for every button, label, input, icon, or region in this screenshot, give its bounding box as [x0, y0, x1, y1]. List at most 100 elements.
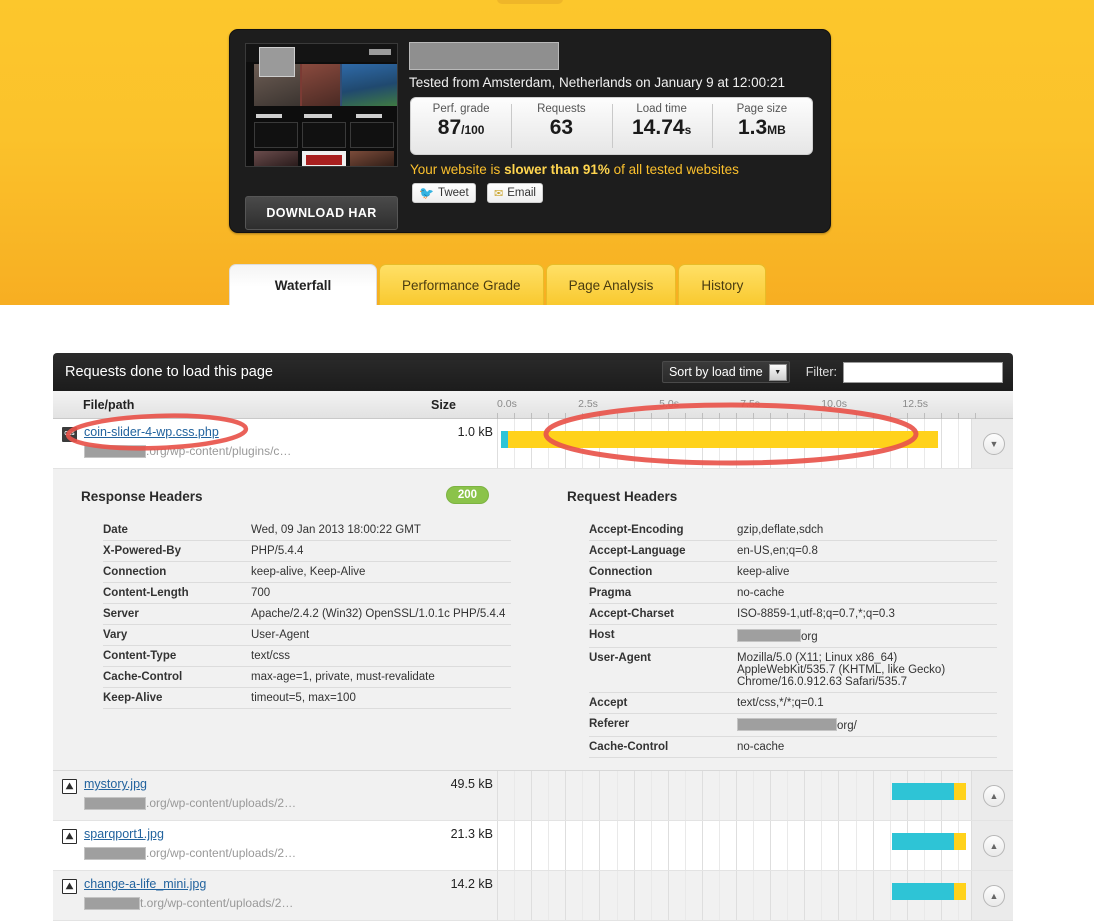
- stat-unit: /100: [461, 123, 485, 137]
- waterfall-bar[interactable]: [891, 883, 967, 900]
- header-key: Cache-Control: [103, 666, 251, 688]
- header-row: Date Wed, 09 Jan 2013 18:00:22 GMT: [103, 520, 511, 541]
- table-row[interactable]: CSS coin-slider-4-wp.css.php .org/wp-conte…: [53, 419, 1013, 469]
- stat-value: 87/100: [437, 116, 485, 139]
- header-value: org/: [737, 713, 997, 737]
- waterfall-segment-wait: [508, 431, 939, 448]
- path-redaction: [84, 444, 146, 458]
- expand-row-chevron-up-icon[interactable]: ▲: [983, 835, 1005, 857]
- table-row[interactable]: ⛰ change-a-life_mini.jpg t.org/wp-content/…: [53, 871, 1013, 921]
- waterfall-title: Requests done to load this page: [65, 364, 273, 380]
- header-value: text/css: [251, 645, 511, 667]
- summary-card: DOWNLOAD HAR Tested from Amsterdam, Neth…: [229, 29, 831, 233]
- header-value: 700: [251, 582, 511, 604]
- waterfall-segment-connect: [891, 883, 954, 900]
- path-suffix: .org/wp-content/uploads/2…: [146, 846, 297, 860]
- tab-bar: Waterfall Performance Grade Page Analysi…: [229, 264, 768, 306]
- timeline-tick-label: 5.0s: [659, 398, 679, 410]
- status-badge: 200: [445, 486, 489, 504]
- tested-from-label: Tested from Amsterdam, Netherlands on Ja…: [409, 75, 785, 90]
- timeline-tick-label: 0.0s: [497, 398, 517, 410]
- header-row: Accept-Encoding gzip,deflate,sdch: [589, 520, 997, 541]
- header-row: Accept text/css,*/*;q=0.1: [589, 692, 997, 714]
- header-row: Cache-Control no-cache: [589, 736, 997, 758]
- tab-waterfall[interactable]: Waterfall: [229, 264, 377, 305]
- request-file-path: t.org/wp-content/uploads/2…: [84, 896, 293, 910]
- header-value: keep-alive: [737, 561, 997, 583]
- image-file-icon: ⛰: [62, 829, 77, 844]
- waterfall-segment-connect: [891, 783, 954, 800]
- header-key: Connection: [589, 561, 737, 583]
- header-key: Host: [589, 624, 737, 648]
- request-size: 1.0 kB: [457, 425, 493, 439]
- header-key: Pragma: [589, 582, 737, 604]
- timeline-tick-label: 7.5s: [740, 398, 761, 410]
- header-value: keep-alive, Keep-Alive: [251, 561, 511, 583]
- header-value: PHP/5.4.4: [251, 540, 511, 562]
- tab-performance-grade[interactable]: Performance Grade: [379, 264, 544, 305]
- header-key: Content-Type: [103, 645, 251, 667]
- header-key: Server: [103, 603, 251, 625]
- sort-dropdown[interactable]: Sort by load time ▼: [661, 361, 790, 383]
- header-key: X-Powered-By: [103, 540, 251, 562]
- header-row: Host org: [589, 624, 997, 648]
- waterfall-header: Requests done to load this page Sort by …: [53, 353, 1013, 391]
- email-button[interactable]: ✉ Email: [487, 183, 543, 203]
- header-row: Server Apache/2.4.2 (Win32) OpenSSL/1.0.1…: [103, 603, 511, 625]
- site-name-redaction: [409, 42, 559, 70]
- waterfall-segment-recv: [953, 883, 967, 900]
- path-redaction: [84, 796, 146, 810]
- header-row: Pragma no-cache: [589, 582, 997, 604]
- stat-unit: MB: [767, 123, 786, 137]
- top-banner: DOWNLOAD HAR Tested from Amsterdam, Neth…: [0, 0, 1094, 305]
- header-key: Vary: [103, 624, 251, 646]
- collapse-row-chevron-down-icon[interactable]: ▼: [983, 433, 1005, 455]
- request-file-path: .org/wp-content/uploads/2…: [84, 796, 296, 810]
- image-file-icon: ⛰: [62, 879, 77, 894]
- header-value: en-US,en;q=0.8: [737, 540, 997, 562]
- timeline-ruler: 0.0s 2.5s 5.0s 7.5s 10.0s 12.5s: [491, 391, 1013, 419]
- thumbnail-redaction-box: [259, 47, 295, 77]
- expand-row-chevron-up-icon[interactable]: ▲: [983, 785, 1005, 807]
- waterfall-bar-area: [491, 821, 971, 870]
- filter-label: Filter:: [805, 365, 837, 379]
- header-key: Accept-Charset: [589, 603, 737, 625]
- header-row: Keep-Alive timeout=5, max=100: [103, 687, 511, 709]
- waterfall-bar[interactable]: [891, 833, 967, 850]
- request-file-name[interactable]: change-a-life_mini.jpg: [84, 877, 206, 891]
- request-file-name[interactable]: coin-slider-4-wp.css.php: [84, 425, 219, 439]
- stat-label: Perf. grade: [432, 103, 490, 115]
- download-har-button[interactable]: DOWNLOAD HAR: [245, 196, 398, 230]
- stat-load-time: Load time 14.74s: [611, 98, 712, 154]
- waterfall-bar[interactable]: [891, 783, 967, 800]
- request-file-name[interactable]: mystory.jpg: [84, 777, 147, 791]
- request-file-name[interactable]: sparqport1.jpg: [84, 827, 164, 841]
- path-redaction: [84, 846, 146, 860]
- header-value: Wed, 09 Jan 2013 18:00:22 GMT: [251, 520, 511, 541]
- filter-input[interactable]: [843, 361, 1003, 383]
- tab-page-analysis[interactable]: Page Analysis: [545, 264, 677, 305]
- tab-history[interactable]: History: [678, 264, 767, 305]
- table-row[interactable]: ⛰ mystory.jpg .org/wp-content/uploads/2… 49…: [53, 771, 1013, 821]
- tweet-label: Tweet: [437, 187, 469, 199]
- chevron-down-icon: ▼: [768, 364, 787, 381]
- header-row: Vary User-Agent: [103, 624, 511, 646]
- stat-perf-grade: Perf. grade 87/100: [411, 98, 511, 154]
- tweet-button[interactable]: 🐦 Tweet: [412, 183, 476, 203]
- request-size: 21.3 kB: [450, 827, 493, 841]
- summary-stats: Perf. grade 87/100 Requests 63 Load time…: [410, 97, 813, 155]
- stat-value: 63: [549, 116, 574, 139]
- waterfall-segment-recv: [953, 783, 967, 800]
- site-thumbnail: [245, 43, 398, 167]
- request-file-path: .org/wp-content/uploads/2…: [84, 846, 296, 860]
- response-headers-section: Response Headers 200 Date Wed, 09 Jan 2013 …: [81, 486, 511, 709]
- expand-row-chevron-up-icon[interactable]: ▲: [983, 885, 1005, 907]
- column-header-file: File/path: [83, 398, 135, 412]
- timeline-tick-label: 12.5s: [902, 398, 929, 410]
- table-row[interactable]: ⛰ sparqport1.jpg .org/wp-content/uploads/2…: [53, 821, 1013, 871]
- header-key: Accept: [589, 692, 737, 714]
- header-row: Connection keep-alive: [589, 561, 997, 583]
- waterfall-bar[interactable]: [500, 431, 939, 448]
- request-detail-panel: Response Headers 200 Date Wed, 09 Jan 2013 …: [53, 469, 1013, 771]
- header-key: Keep-Alive: [103, 687, 251, 709]
